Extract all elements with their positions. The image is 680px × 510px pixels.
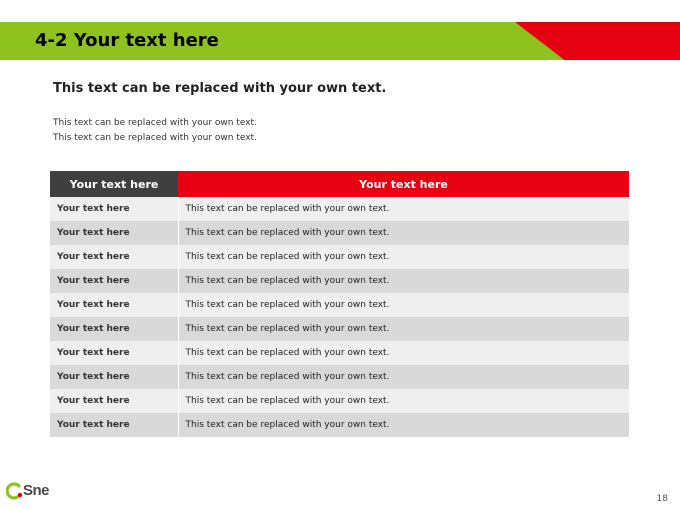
logo-text: Sne xyxy=(23,482,50,499)
row-label: Your text here xyxy=(50,365,178,389)
table-row: Your text here This text can be replaced… xyxy=(50,269,629,293)
body-line-2: This text can be replaced with your own … xyxy=(53,133,257,143)
row-label: Your text here xyxy=(50,389,178,413)
row-value: This text can be replaced with your own … xyxy=(177,197,629,221)
page-number: 18 xyxy=(656,494,668,504)
table-row: Your text here This text can be replaced… xyxy=(50,341,629,365)
table-header-right: Your text here xyxy=(178,171,629,197)
row-value: This text can be replaced with your own … xyxy=(177,269,629,293)
row-value: This text can be replaced with your own … xyxy=(177,365,629,389)
body-line-1: This text can be replaced with your own … xyxy=(53,118,257,128)
table-row: Your text here This text can be replaced… xyxy=(50,245,629,269)
c-leaf-icon xyxy=(6,482,23,500)
row-value: This text can be replaced with your own … xyxy=(177,389,629,413)
row-label: Your text here xyxy=(50,197,178,221)
row-label: Your text here xyxy=(50,413,178,437)
row-value: This text can be replaced with your own … xyxy=(177,413,629,437)
content-table: Your text here Your text here Your text … xyxy=(50,171,629,437)
table-row: Your text here This text can be replaced… xyxy=(50,413,629,437)
table-header-left: Your text here xyxy=(50,171,178,197)
row-label: Your text here xyxy=(50,269,178,293)
row-value: This text can be replaced with your own … xyxy=(177,221,629,245)
table-row: Your text here This text can be replaced… xyxy=(50,197,629,221)
slide-title: 4-2 Your text here xyxy=(35,30,219,51)
subheading: This text can be replaced with your own … xyxy=(53,81,387,96)
row-value: This text can be replaced with your own … xyxy=(177,245,629,269)
table-row: Your text here This text can be replaced… xyxy=(50,389,629,413)
row-label: Your text here xyxy=(50,293,178,317)
table-row: Your text here This text can be replaced… xyxy=(50,293,629,317)
title-bar: 4-2 Your text here xyxy=(0,22,680,60)
table-header-row: Your text here Your text here xyxy=(50,171,629,197)
row-value: This text can be replaced with your own … xyxy=(177,341,629,365)
table-row: Your text here This text can be replaced… xyxy=(50,221,629,245)
row-value: This text can be replaced with your own … xyxy=(177,317,629,341)
row-label: Your text here xyxy=(50,317,178,341)
row-label: Your text here xyxy=(50,341,178,365)
row-label: Your text here xyxy=(50,245,178,269)
row-label: Your text here xyxy=(50,221,178,245)
row-value: This text can be replaced with your own … xyxy=(177,293,629,317)
table-row: Your text here This text can be replaced… xyxy=(50,365,629,389)
table-row: Your text here This text can be replaced… xyxy=(50,317,629,341)
